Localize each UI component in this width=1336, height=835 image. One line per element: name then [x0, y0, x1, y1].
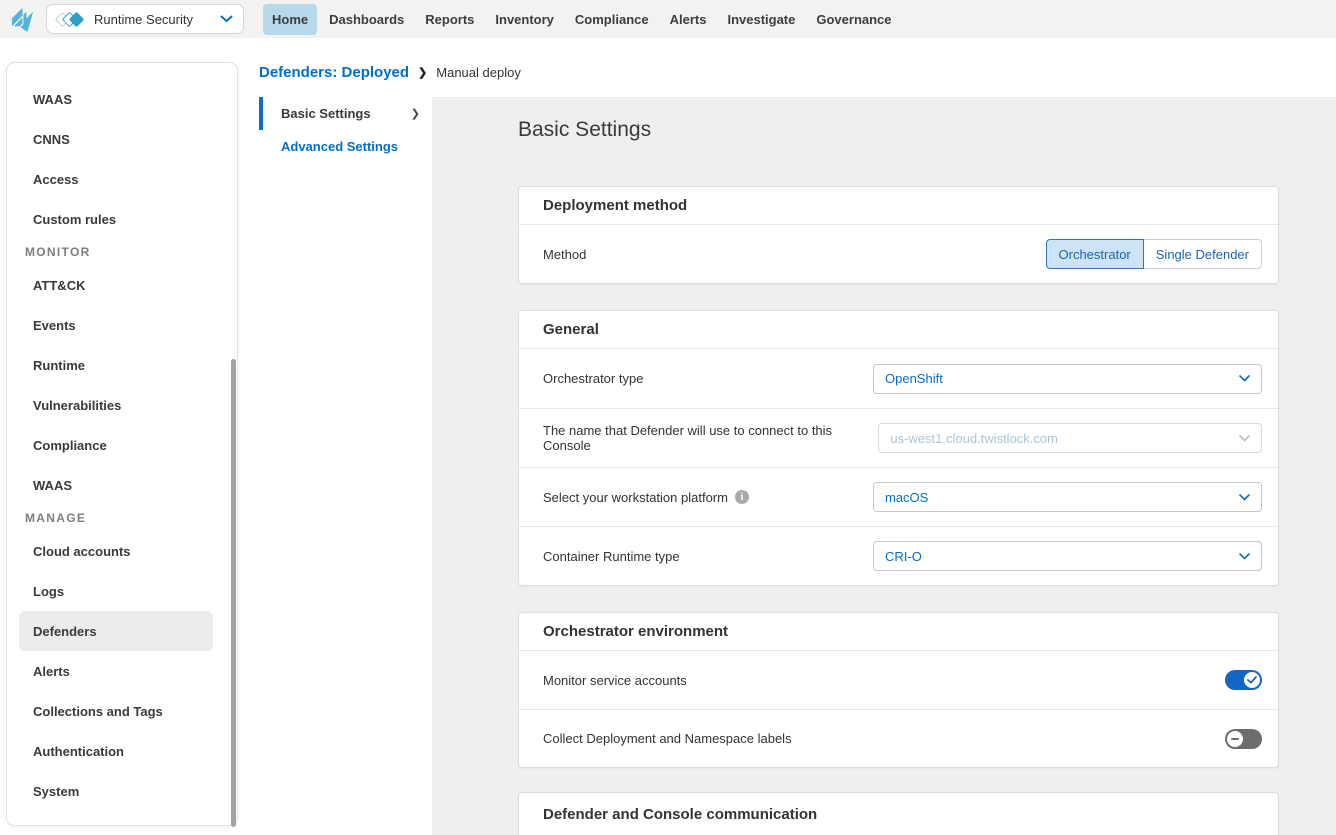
container-runtime-label: Container Runtime type: [543, 549, 680, 564]
nav-tab-investigate[interactable]: Investigate: [718, 4, 804, 35]
nav-tab-alerts[interactable]: Alerts: [661, 4, 716, 35]
deployment-method-card-title: Deployment method: [519, 187, 1278, 225]
subnav-basic-settings-label: Basic Settings: [281, 106, 371, 121]
minus-icon: [1231, 738, 1239, 740]
sidebar-section-manage: MANAGE: [7, 505, 237, 531]
module-selector-label: Runtime Security: [94, 12, 220, 27]
sidebar-item-cloud-accounts[interactable]: Cloud accounts: [19, 531, 213, 571]
nav-tab-compliance[interactable]: Compliance: [566, 4, 658, 35]
defender-console-communication-card-title: Defender and Console communication: [519, 793, 1278, 835]
orchestrator-type-row: Orchestrator type OpenShift: [519, 349, 1278, 408]
orchestrator-type-select[interactable]: OpenShift: [873, 364, 1262, 394]
console-name-row: The name that Defender will use to conne…: [519, 408, 1278, 467]
orchestrator-environment-card: Orchestrator environment Monitor service…: [518, 612, 1279, 768]
sidebar-item-logs[interactable]: Logs: [19, 571, 213, 611]
sidebar-item-waas-monitor[interactable]: WAAS: [19, 465, 213, 505]
sidebar-item-waas[interactable]: WAAS: [19, 79, 213, 119]
container-runtime-select[interactable]: CRI-O: [873, 541, 1262, 571]
collect-labels-toggle[interactable]: [1225, 729, 1262, 749]
palo-alto-networks-logo-icon: [9, 6, 36, 33]
module-selector-dropdown[interactable]: Runtime Security: [46, 4, 244, 34]
console-name-select: us-west1.cloud.twistlock.com: [878, 423, 1262, 453]
monitor-service-accounts-label: Monitor service accounts: [543, 673, 687, 688]
runtime-security-icon: [57, 14, 82, 25]
orchestrator-environment-card-title: Orchestrator environment: [519, 613, 1278, 651]
chevron-down-icon: [1239, 375, 1250, 382]
check-icon: [1247, 676, 1257, 684]
nav-tab-dashboards[interactable]: Dashboards: [320, 4, 413, 35]
info-icon[interactable]: i: [735, 490, 749, 504]
workstation-platform-label: Select your workstation platform: [543, 490, 728, 505]
sidebar-item-custom-rules[interactable]: Custom rules: [19, 199, 213, 239]
deployment-method-card: Deployment method Method Orchestrator Si…: [518, 186, 1279, 284]
sidebar-item-attack[interactable]: ATT&CK: [19, 265, 213, 305]
nav-tab-governance[interactable]: Governance: [807, 4, 900, 35]
toggle-knob: [1227, 731, 1243, 747]
nav-tab-inventory[interactable]: Inventory: [486, 4, 563, 35]
monitor-service-accounts-row: Monitor service accounts: [519, 651, 1278, 709]
container-runtime-value: CRI-O: [885, 549, 922, 564]
workstation-platform-row: Select your workstation platform i macOS: [519, 467, 1278, 526]
chevron-right-icon: ❯: [418, 66, 427, 79]
sidebar-item-vulnerabilities[interactable]: Vulnerabilities: [19, 385, 213, 425]
container-runtime-row: Container Runtime type CRI-O: [519, 526, 1278, 585]
sidebar-item-events[interactable]: Events: [19, 305, 213, 345]
toggle-knob: [1244, 672, 1260, 688]
subnav-item-advanced-settings[interactable]: Advanced Settings: [259, 130, 432, 163]
sidebar-item-authentication[interactable]: Authentication: [19, 731, 213, 771]
chevron-down-icon: [220, 15, 233, 23]
chevron-down-icon: [1239, 435, 1250, 442]
sidebar-item-alerts[interactable]: Alerts: [19, 651, 213, 691]
sidebar-item-system[interactable]: System: [19, 771, 213, 811]
orchestrator-type-value: OpenShift: [885, 371, 943, 386]
sidebar-item-compliance[interactable]: Compliance: [19, 425, 213, 465]
method-segmented-control: Orchestrator Single Defender: [1046, 239, 1262, 269]
breadcrumb-link-defenders-deployed[interactable]: Defenders: Deployed: [259, 64, 409, 81]
sidebar-item-defenders[interactable]: Defenders: [19, 611, 213, 651]
sidebar-section-monitor: MONITOR: [7, 239, 237, 265]
method-label: Method: [543, 247, 586, 262]
defender-console-communication-card: Defender and Console communication: [518, 792, 1279, 835]
nav-tab-reports[interactable]: Reports: [416, 4, 483, 35]
breadcrumb-current: Manual deploy: [436, 65, 521, 80]
console-name-label: The name that Defender will use to conne…: [543, 423, 878, 453]
subnav-item-basic-settings[interactable]: Basic Settings ❯: [259, 97, 432, 130]
general-card: General Orchestrator type OpenShift The …: [518, 310, 1279, 586]
sidebar-item-runtime[interactable]: Runtime: [19, 345, 213, 385]
console-name-value: us-west1.cloud.twistlock.com: [890, 431, 1058, 446]
collect-labels-label: Collect Deployment and Namespace labels: [543, 731, 792, 746]
monitor-service-accounts-toggle[interactable]: [1225, 670, 1262, 690]
sidebar-item-cnns[interactable]: CNNS: [19, 119, 213, 159]
subnav-advanced-settings-label: Advanced Settings: [281, 139, 398, 154]
sidebar: WAAS CNNS Access Custom rules MONITOR AT…: [6, 62, 238, 826]
sidebar-item-access[interactable]: Access: [19, 159, 213, 199]
top-navigation: Home Dashboards Reports Inventory Compli…: [263, 4, 901, 35]
main-content: Basic Settings Deployment method Method …: [432, 97, 1336, 835]
chevron-down-icon: [1239, 494, 1250, 501]
orchestrator-type-label: Orchestrator type: [543, 371, 643, 386]
breadcrumb: Defenders: Deployed ❯ Manual deploy: [259, 48, 521, 96]
sidebar-scrollbar-thumb[interactable]: [231, 359, 236, 827]
chevron-right-icon: ❯: [411, 107, 420, 120]
page-title: Basic Settings: [518, 118, 1336, 142]
general-card-title: General: [519, 311, 1278, 349]
settings-subnav: Basic Settings ❯ Advanced Settings: [259, 97, 432, 835]
chevron-down-icon: [1239, 553, 1250, 560]
nav-tab-home[interactable]: Home: [263, 4, 317, 35]
workstation-platform-select[interactable]: macOS: [873, 482, 1262, 512]
method-row: Method Orchestrator Single Defender: [519, 225, 1278, 283]
single-defender-option-button[interactable]: Single Defender: [1143, 239, 1262, 269]
collect-labels-row: Collect Deployment and Namespace labels: [519, 709, 1278, 767]
sidebar-item-collections-and-tags[interactable]: Collections and Tags: [19, 691, 213, 731]
orchestrator-option-button[interactable]: Orchestrator: [1046, 239, 1144, 269]
workstation-platform-value: macOS: [885, 490, 928, 505]
top-bar: Runtime Security Home Dashboards Reports…: [0, 0, 1336, 38]
